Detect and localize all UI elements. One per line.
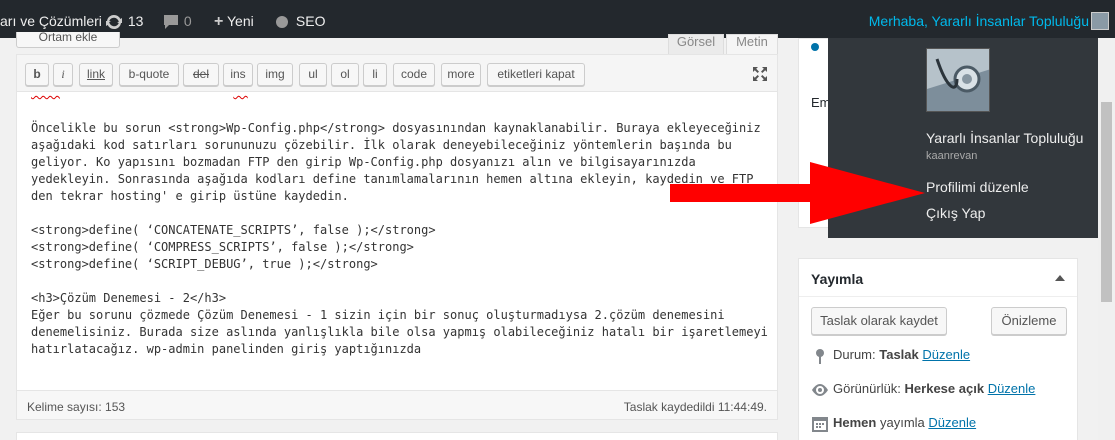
text-line: geliyor. Ko yapısını bozmadan FTP den gi… (31, 155, 696, 169)
more-button[interactable]: more (441, 63, 481, 86)
new-content-link[interactable]: + Yeni (214, 0, 254, 38)
ul-button[interactable]: ul (299, 63, 327, 86)
calendar-icon (812, 416, 828, 432)
comments-link[interactable]: 0 (162, 0, 192, 38)
code-button[interactable]: code (393, 63, 435, 86)
text-editor: Ortam ekle Görsel Metin b i link b-quote… (16, 32, 778, 420)
text-line: Eğer bu sorunu çözmede Çözüm Denemesi - … (31, 308, 725, 322)
tab-visual[interactable]: Görsel (668, 34, 724, 54)
word-count: Kelime sayısı: 153 (27, 400, 126, 414)
publish-title: Yayımla (811, 271, 864, 287)
profile-username[interactable]: kaanrevan (926, 150, 977, 162)
status-label: Durum: (833, 347, 880, 362)
scrollbar-thumb[interactable] (1101, 102, 1112, 302)
add-media-button[interactable]: Ortam ekle (16, 32, 120, 48)
text-line: denemelisiniz. Burada size aslında yanlı… (31, 325, 768, 339)
pin-icon (816, 348, 824, 364)
text-line: yedekleyin. Sonrasında aşağıda kodları d… (31, 172, 754, 186)
profile-avatar[interactable] (926, 48, 990, 112)
account-greeting[interactable]: Merhaba, Yararlı İnsanlar Topluluğu (869, 0, 1089, 38)
comments-count: 0 (183, 13, 192, 29)
editor-tabs-row: Ortam ekle Görsel Metin (16, 32, 778, 54)
quicktags-toolbar: b i link b-quote del ins img ul ol li co… (16, 54, 778, 92)
format-radio[interactable] (811, 43, 819, 51)
schedule-label: yayımla (876, 415, 925, 430)
link-button[interactable]: link (79, 63, 113, 86)
schedule-value: Hemen (833, 415, 877, 430)
profile-display-name[interactable]: Yararlı İnsanlar Topluluğu (926, 130, 1083, 146)
text-line: <strong>define( ‘COMPRESS_SCRIPTS’, fals… (31, 240, 414, 254)
publish-box-header[interactable]: Yayımla (799, 259, 1077, 297)
eye-icon (812, 383, 828, 396)
visibility-row: Görünürlük: Herkese açık Düzenle (811, 381, 1035, 396)
text-line: <h3>Çözüm Denemesi - 2</h3> (31, 291, 227, 305)
seo-status-icon (276, 16, 288, 29)
text-line: hatırlatacağız. wp-admin panelinden giri… (31, 342, 422, 356)
collapse-arrow-icon[interactable] (1055, 275, 1065, 281)
save-draft-button[interactable]: Taslak olarak kaydet (811, 307, 947, 335)
publish-box: Yayımla Taslak olarak kaydet Önizleme Du… (798, 258, 1078, 440)
updates-count: 13 (127, 13, 144, 29)
site-title-text: arı ve Çözümleri (0, 13, 102, 29)
edit-schedule-link[interactable]: Düzenle (928, 415, 976, 430)
img-button[interactable]: img (257, 63, 293, 86)
updates-icon (106, 15, 122, 30)
blockquote-button[interactable]: b-quote (119, 63, 179, 86)
text-line: Öncelikle bu sorun <strong>Wp-Config.php… (31, 121, 761, 135)
content-textarea[interactable]: Öncelikle bu sorun <strong>Wp-Config.php… (16, 92, 778, 390)
new-label: Yeni (226, 13, 254, 29)
autosave-status: Taslak kaydedildi 11:44:49. (623, 400, 767, 414)
tab-text[interactable]: Metin (726, 34, 778, 54)
edit-profile-link[interactable]: Profilimi düzenle (926, 179, 1029, 195)
plus-icon: + (214, 13, 224, 30)
stethoscope-image (927, 49, 989, 111)
bold-button[interactable]: b (25, 63, 49, 86)
ol-button[interactable]: ol (331, 63, 359, 86)
li-button[interactable]: li (363, 63, 387, 86)
seo-label: SEO (295, 13, 326, 29)
edit-visibility-link[interactable]: Düzenle (988, 381, 1036, 396)
visibility-value: Herkese açık (904, 381, 985, 396)
comment-icon (164, 15, 178, 30)
preview-button[interactable]: Önizleme (991, 307, 1067, 335)
ins-button[interactable]: ins (223, 63, 253, 86)
close-tags-button[interactable]: etiketleri kapat (487, 63, 585, 86)
status-row: Durum: Taslak Düzenle (811, 347, 970, 364)
editor-status-bar: Kelime sayısı: 153 Taslak kaydedildi 11:… (16, 390, 778, 420)
text-line: aşağıdaki kod satırları sorununuzu çözeb… (31, 138, 732, 152)
text-line: <strong>define( ‘SCRIPT_DEBUG’, true );<… (31, 257, 378, 271)
admin-bar-avatar[interactable] (1091, 12, 1109, 30)
schedule-row: Hemen yayımla Düzenle (811, 415, 976, 432)
visibility-label: Görünürlük: (833, 381, 905, 396)
admin-bar: arı ve Çözümleri 13 0 + Yeni SEO Merhaba… (0, 0, 1115, 38)
edit-status-link[interactable]: Düzenle (922, 347, 970, 362)
status-value: Taslak (879, 347, 919, 362)
annotation-arrow (670, 162, 925, 224)
clipped-line-wavy (31, 92, 248, 99)
italic-button[interactable]: i (53, 63, 73, 86)
text-line: den tekrar hosting' e girip üstüne kayde… (31, 189, 349, 203)
page-scrollbar[interactable] (1098, 38, 1115, 440)
fullscreen-icon[interactable] (751, 65, 769, 83)
logout-link[interactable]: Çıkış Yap (926, 205, 985, 221)
del-button[interactable]: del (183, 63, 219, 86)
below-editor-box (16, 432, 778, 440)
text-line: <strong>define( ‘CONCATENATE_SCRIPTS’, f… (31, 223, 436, 237)
seo-link[interactable]: SEO (276, 0, 325, 38)
